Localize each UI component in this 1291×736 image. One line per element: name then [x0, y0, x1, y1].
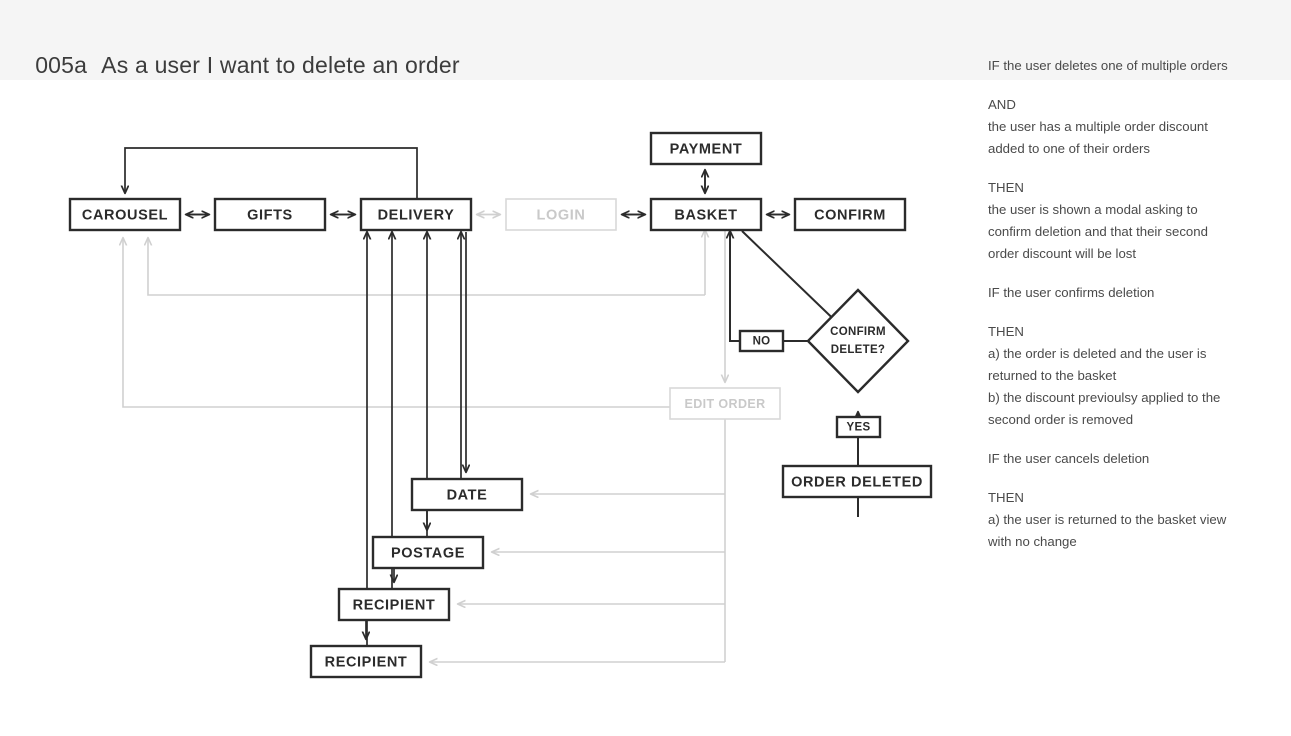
node-delivery[interactable]: DELIVERY — [359, 197, 473, 232]
node-no-label-text: NO — [753, 336, 771, 348]
note-line: a) the user is returned to the basket vi… — [988, 512, 1227, 527]
node-confirm[interactable]: CONFIRM — [793, 197, 907, 232]
node-recipient-1-label: RECIPIENT — [353, 597, 436, 613]
node-confirm-delete-label-line2: DELETE? — [831, 344, 886, 356]
node-date[interactable]: DATE — [410, 477, 524, 512]
node-confirm-delete-diamond[interactable] — [806, 288, 910, 394]
note-line: IF the user cancels deletion — [988, 451, 1150, 466]
page-title: 005a As a user I want to delete an order — [22, 25, 460, 79]
node-recipient-2-label: RECIPIENT — [325, 654, 408, 670]
note-line: returned to the basket — [988, 368, 1117, 383]
note-line: IF the user confirms deletion — [988, 285, 1155, 300]
note-line: second order is removed — [988, 412, 1134, 427]
page-title-id: 005a — [35, 52, 88, 78]
node-login[interactable]: LOGIN — [505, 198, 617, 231]
node-payment[interactable]: PAYMENT — [649, 131, 763, 166]
note-line: added to one of their orders — [988, 141, 1151, 156]
node-date-label: DATE — [447, 487, 488, 503]
node-confirm-delete[interactable]: CONFIRM DELETE? — [806, 288, 910, 394]
node-carousel-label: CAROUSEL — [82, 207, 168, 223]
node-confirm-label: CONFIRM — [814, 207, 886, 223]
node-edit-order-label: EDIT ORDER — [684, 397, 765, 411]
note-block: THEN a) the order is deleted and the user… — [988, 321, 1258, 431]
note-block: AND the user has a multiple order discoun… — [988, 94, 1258, 160]
node-order-deleted-label: ORDER DELETED — [791, 474, 923, 490]
note-line: the user is shown a modal asking to — [988, 202, 1198, 217]
node-basket[interactable]: BASKET — [649, 197, 763, 232]
note-line: THEN — [988, 180, 1024, 195]
node-delivery-label: DELIVERY — [378, 207, 455, 223]
acceptance-criteria-notes: IF the user deletes one of multiple orde… — [988, 55, 1258, 570]
edge-delivery-loop-to-carousel — [125, 147, 418, 199]
note-line: IF the user deletes one of multiple orde… — [988, 58, 1228, 73]
node-postage[interactable]: POSTAGE — [371, 535, 485, 570]
note-line: confirm deletion and that their second — [988, 224, 1208, 239]
node-gifts[interactable]: GIFTS — [213, 197, 327, 232]
node-confirm-delete-label-line1: CONFIRM — [830, 326, 886, 338]
node-yes-label[interactable]: YES — [835, 415, 882, 439]
page-title-text: As a user I want to delete an order — [101, 52, 460, 78]
node-recipient-1[interactable]: RECIPIENT — [337, 587, 451, 622]
node-edit-order[interactable]: EDIT ORDER — [669, 387, 781, 420]
note-line: THEN — [988, 324, 1024, 339]
node-payment-label: PAYMENT — [670, 141, 743, 157]
node-basket-label: BASKET — [674, 207, 737, 223]
note-block: THEN a) the user is returned to the baske… — [988, 487, 1258, 553]
node-no-label[interactable]: NO — [738, 329, 785, 353]
node-postage-label: POSTAGE — [391, 545, 465, 561]
edge-long-return-to-carousel — [123, 238, 725, 408]
node-recipient-2[interactable]: RECIPIENT — [309, 644, 423, 679]
node-gifts-label: GIFTS — [247, 207, 293, 223]
note-block: IF the user cancels deletion — [988, 448, 1258, 470]
node-order-deleted[interactable]: ORDER DELETED — [781, 464, 933, 499]
edge-no-to-basket — [730, 231, 740, 342]
note-line: a) the order is deleted and the user is — [988, 346, 1207, 361]
note-block: IF the user deletes one of multiple orde… — [988, 55, 1258, 77]
node-carousel[interactable]: CAROUSEL — [68, 197, 182, 232]
note-line: AND — [988, 97, 1016, 112]
note-block: IF the user confirms deletion — [988, 282, 1258, 304]
note-line: b) the discount previoulsy applied to th… — [988, 390, 1221, 405]
node-login-label: LOGIN — [537, 207, 586, 223]
note-line: THEN — [988, 490, 1024, 505]
node-yes-label-text: YES — [847, 422, 871, 434]
note-line: with no change — [988, 534, 1077, 549]
note-block: THEN the user is shown a modal asking to c… — [988, 177, 1258, 265]
note-line: the user has a multiple order discount — [988, 119, 1208, 134]
note-line: order discount will be lost — [988, 246, 1137, 261]
